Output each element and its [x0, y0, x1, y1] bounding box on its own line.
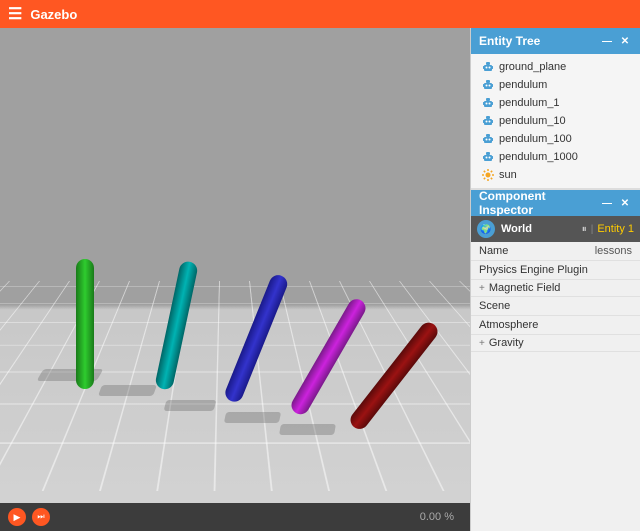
app-title: Gazebo	[30, 7, 77, 22]
shadow-strip	[279, 424, 336, 435]
inspector-pause-icon: ⏸	[582, 224, 587, 235]
entity-name-label: pendulum_1	[499, 97, 560, 109]
row-name-label: Name	[479, 245, 595, 257]
section-label-magnetic-field: Magnetic Field	[489, 282, 561, 294]
robot-icon	[481, 150, 495, 164]
entity-item-ground_plane[interactable]: ground_plane	[471, 58, 640, 76]
zoom-label: 0.00 %	[420, 511, 454, 523]
inspector-row-atmosphere[interactable]: Atmosphere	[471, 316, 640, 335]
robot-icon	[481, 78, 495, 92]
main-area: ▶ ⏭ 0.00 % Entity Tree — ✕ ground_planep…	[0, 28, 640, 531]
world-icon: 🌍	[477, 220, 495, 238]
robot-icon	[481, 96, 495, 110]
row-physics-label: Physics Engine Plugin	[479, 264, 632, 276]
right-panel: Entity Tree — ✕ ground_plane pendulum pend…	[470, 28, 640, 531]
sun-icon	[481, 168, 495, 182]
inspector-row-magnetic-field[interactable]: + Magnetic Field	[471, 280, 640, 297]
entity-item-pendulum[interactable]: pendulum	[471, 76, 640, 94]
entity-name-label: pendulum_10	[499, 115, 566, 127]
component-inspector-panel: Component Inspector — ✕ 🌍 World ⏸ | Enti…	[471, 190, 640, 531]
row-label-atmosphere: Atmosphere	[479, 319, 632, 331]
entity-item-pendulum_100[interactable]: pendulum_100	[471, 130, 640, 148]
entity-item-sun[interactable]: sun	[471, 166, 640, 184]
entity-item-pendulum_10[interactable]: pendulum_10	[471, 112, 640, 130]
inspector-entity-label: Entity 1	[597, 223, 634, 235]
world-icon-symbol: 🌍	[480, 224, 491, 235]
statusbar: ▶ ⏭ 0.00 %	[0, 503, 470, 531]
inspector-row-scene[interactable]: Scene	[471, 297, 640, 316]
component-inspector-close[interactable]: ✕	[618, 196, 632, 210]
entity-name-label: sun	[499, 169, 517, 181]
inspector-separator: |	[591, 224, 594, 235]
entity-name-label: ground_plane	[499, 61, 566, 73]
section-arrow-magnetic-field: +	[479, 283, 485, 294]
step-button[interactable]: ⏭	[32, 508, 50, 526]
entity-name-label: pendulum_1000	[499, 151, 578, 163]
play-button[interactable]: ▶	[8, 508, 26, 526]
inspector-body: Namelessons Physics Engine Plugin + Magneti…	[471, 242, 640, 531]
component-inspector-minimize[interactable]: —	[600, 196, 614, 210]
entity-tree-panel: Entity Tree — ✕ ground_plane pendulum pend…	[471, 28, 640, 190]
robot-icon	[481, 60, 495, 74]
shadow-strip	[98, 385, 157, 396]
section-label-gravity: Gravity	[489, 337, 524, 349]
component-inspector-header: Component Inspector — ✕	[471, 190, 640, 216]
robot-icon	[481, 114, 495, 128]
entity-tree-minimize[interactable]: —	[600, 34, 614, 48]
inspector-row-physics[interactable]: Physics Engine Plugin	[471, 261, 640, 280]
cylinder-green	[76, 259, 94, 389]
viewport[interactable]: ▶ ⏭ 0.00 %	[0, 28, 470, 531]
entity-item-pendulum_1000[interactable]: pendulum_1000	[471, 148, 640, 166]
section-arrow-gravity: +	[479, 338, 485, 349]
inspector-icons: ⏸ | Entity 1	[582, 223, 634, 235]
robot-icon	[481, 132, 495, 146]
inspector-row-name[interactable]: Namelessons	[471, 242, 640, 261]
entity-name-label: pendulum	[499, 79, 547, 91]
inspector-row-gravity[interactable]: + Gravity	[471, 335, 640, 352]
shadow-strip	[164, 400, 217, 411]
row-label-scene: Scene	[479, 300, 632, 312]
row-name-value: lessons	[595, 245, 632, 257]
entity-tree-close[interactable]: ✕	[618, 34, 632, 48]
shadow-strip	[224, 412, 281, 423]
menu-icon[interactable]: ☰	[8, 4, 22, 24]
entity-list: ground_plane pendulum pendulum_1 pendulum_1…	[471, 54, 640, 188]
inspector-world-label: World	[501, 223, 582, 235]
entity-name-label: pendulum_100	[499, 133, 572, 145]
inspector-subheader: 🌍 World ⏸ | Entity 1	[471, 216, 640, 242]
topbar: ☰ Gazebo	[0, 0, 640, 28]
entity-tree-header-icons: — ✕	[600, 34, 632, 48]
entity-tree-header: Entity Tree — ✕	[471, 28, 640, 54]
component-inspector-header-icons: — ✕	[600, 196, 632, 210]
component-inspector-title: Component Inspector	[479, 189, 600, 217]
entity-item-pendulum_1[interactable]: pendulum_1	[471, 94, 640, 112]
entity-tree-title: Entity Tree	[479, 34, 600, 48]
